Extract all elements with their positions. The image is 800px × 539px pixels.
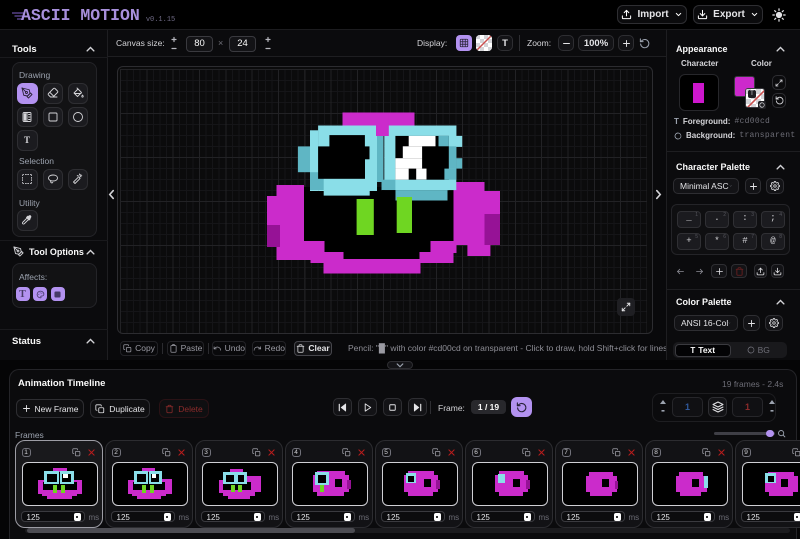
svg-text:T: T [24,135,30,145]
